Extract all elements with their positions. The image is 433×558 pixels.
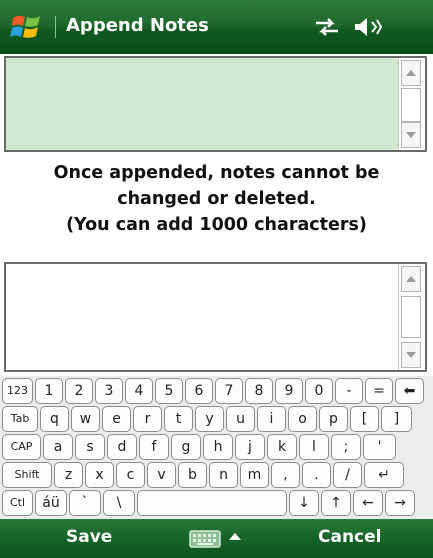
notice-line-3: (You can add 1000 characters) bbox=[66, 215, 367, 235]
key-s[interactable]: s bbox=[75, 434, 105, 460]
key-2[interactable]: 2 bbox=[65, 378, 93, 404]
key-x[interactable]: x bbox=[85, 462, 114, 488]
key-enter[interactable]: ↵ bbox=[364, 462, 404, 488]
key-/[interactable]: / bbox=[333, 462, 362, 488]
key-ctrl[interactable]: Ctl bbox=[2, 490, 33, 516]
key-k[interactable]: k bbox=[267, 434, 297, 460]
key-d[interactable]: d bbox=[107, 434, 137, 460]
key-caps-lock[interactable]: CAP bbox=[2, 434, 41, 460]
key-c[interactable]: c bbox=[116, 462, 145, 488]
key-3[interactable]: 3 bbox=[95, 378, 123, 404]
key-right[interactable]: → bbox=[385, 490, 415, 516]
keyboard-icon[interactable] bbox=[189, 530, 221, 548]
key-.[interactable]: . bbox=[302, 462, 331, 488]
speaker-icon[interactable] bbox=[352, 14, 382, 40]
key-\[interactable]: \ bbox=[103, 490, 135, 516]
key-h[interactable]: h bbox=[203, 434, 233, 460]
key-,[interactable]: , bbox=[271, 462, 300, 488]
menu-bar: Save Cancel bbox=[0, 519, 433, 558]
key-e[interactable]: e bbox=[102, 406, 131, 432]
key-u[interactable]: u bbox=[226, 406, 255, 432]
scroll-up-button[interactable] bbox=[401, 266, 421, 292]
key-8[interactable]: 8 bbox=[245, 378, 273, 404]
arrow-up-icon bbox=[406, 276, 416, 282]
key-0[interactable]: 0 bbox=[305, 378, 333, 404]
key-p[interactable]: p bbox=[319, 406, 348, 432]
key-down[interactable]: ↓ bbox=[289, 490, 319, 516]
key-;[interactable]: ; bbox=[331, 434, 361, 460]
key-q[interactable]: q bbox=[40, 406, 69, 432]
key--[interactable]: - bbox=[335, 378, 363, 404]
key-][interactable]: ] bbox=[381, 406, 412, 432]
key-n[interactable]: n bbox=[209, 462, 238, 488]
key-j[interactable]: j bbox=[235, 434, 265, 460]
key-shift[interactable]: Shift bbox=[2, 462, 52, 488]
key-6[interactable]: 6 bbox=[185, 378, 213, 404]
new-note-scrollbar[interactable] bbox=[398, 264, 425, 370]
key-5[interactable]: 5 bbox=[155, 378, 183, 404]
key-space[interactable] bbox=[137, 490, 287, 516]
arrow-down-icon bbox=[406, 132, 416, 138]
key-y[interactable]: y bbox=[195, 406, 224, 432]
key-`[interactable]: ` bbox=[69, 490, 101, 516]
new-note-input[interactable] bbox=[4, 262, 427, 372]
key-tab[interactable]: Tab bbox=[2, 406, 38, 432]
scroll-up-button[interactable] bbox=[401, 60, 421, 86]
key-v[interactable]: v bbox=[147, 462, 176, 488]
arrow-down-icon bbox=[406, 352, 416, 358]
key-4[interactable]: 4 bbox=[125, 378, 153, 404]
key-r[interactable]: r bbox=[133, 406, 162, 432]
key-z[interactable]: z bbox=[54, 462, 83, 488]
scroll-thumb[interactable] bbox=[401, 296, 421, 338]
scroll-thumb[interactable] bbox=[401, 88, 421, 122]
window-title: Append Notes bbox=[66, 15, 209, 36]
key-7[interactable]: 7 bbox=[215, 378, 243, 404]
existing-notes-scrollbar[interactable] bbox=[398, 58, 425, 150]
scroll-down-button[interactable] bbox=[401, 122, 421, 148]
existing-notes-box[interactable] bbox=[4, 56, 427, 152]
key-g[interactable]: g bbox=[171, 434, 201, 460]
key-t[interactable]: t bbox=[164, 406, 193, 432]
soft-keyboard: 123 1 2 3 4 5 6 7 8 9 0- = ⬅ Tab q w e r t y u i o p[] CAP a s d f g h… bbox=[0, 376, 433, 519]
key-left[interactable]: ← bbox=[353, 490, 383, 516]
key-'[interactable]: ' bbox=[363, 434, 396, 460]
notice-text: Once appended, notes cannot be changed o… bbox=[0, 160, 433, 238]
key-m[interactable]: m bbox=[240, 462, 269, 488]
key-b[interactable]: b bbox=[178, 462, 207, 488]
key-9[interactable]: 9 bbox=[275, 378, 303, 404]
save-button[interactable]: Save bbox=[66, 527, 112, 547]
key-o[interactable]: o bbox=[288, 406, 317, 432]
notice-line-2: changed or deleted. bbox=[117, 189, 316, 209]
connectivity-icon[interactable] bbox=[312, 14, 342, 40]
cancel-button[interactable]: Cancel bbox=[318, 527, 381, 547]
key-up[interactable]: ↑ bbox=[321, 490, 351, 516]
key-f[interactable]: f bbox=[139, 434, 169, 460]
chevron-up-icon[interactable] bbox=[229, 533, 241, 540]
key-w[interactable]: w bbox=[71, 406, 100, 432]
key-i[interactable]: i bbox=[257, 406, 286, 432]
key-a[interactable]: a bbox=[43, 434, 73, 460]
key-backspace[interactable]: ⬅ bbox=[395, 378, 424, 404]
key-l[interactable]: l bbox=[299, 434, 329, 460]
scroll-down-button[interactable] bbox=[401, 342, 421, 368]
arrow-up-icon bbox=[406, 70, 416, 76]
key-[[interactable]: [ bbox=[350, 406, 379, 432]
title-separator bbox=[55, 16, 56, 38]
key-symbols[interactable]: 123 bbox=[2, 378, 33, 404]
key-accents[interactable]: áü bbox=[35, 490, 67, 516]
key-1[interactable]: 1 bbox=[35, 378, 63, 404]
key-=[interactable]: = bbox=[365, 378, 393, 404]
title-bar: Append Notes bbox=[0, 0, 433, 54]
notice-line-1: Once appended, notes cannot be bbox=[53, 163, 380, 183]
windows-flag-icon[interactable] bbox=[10, 10, 44, 44]
